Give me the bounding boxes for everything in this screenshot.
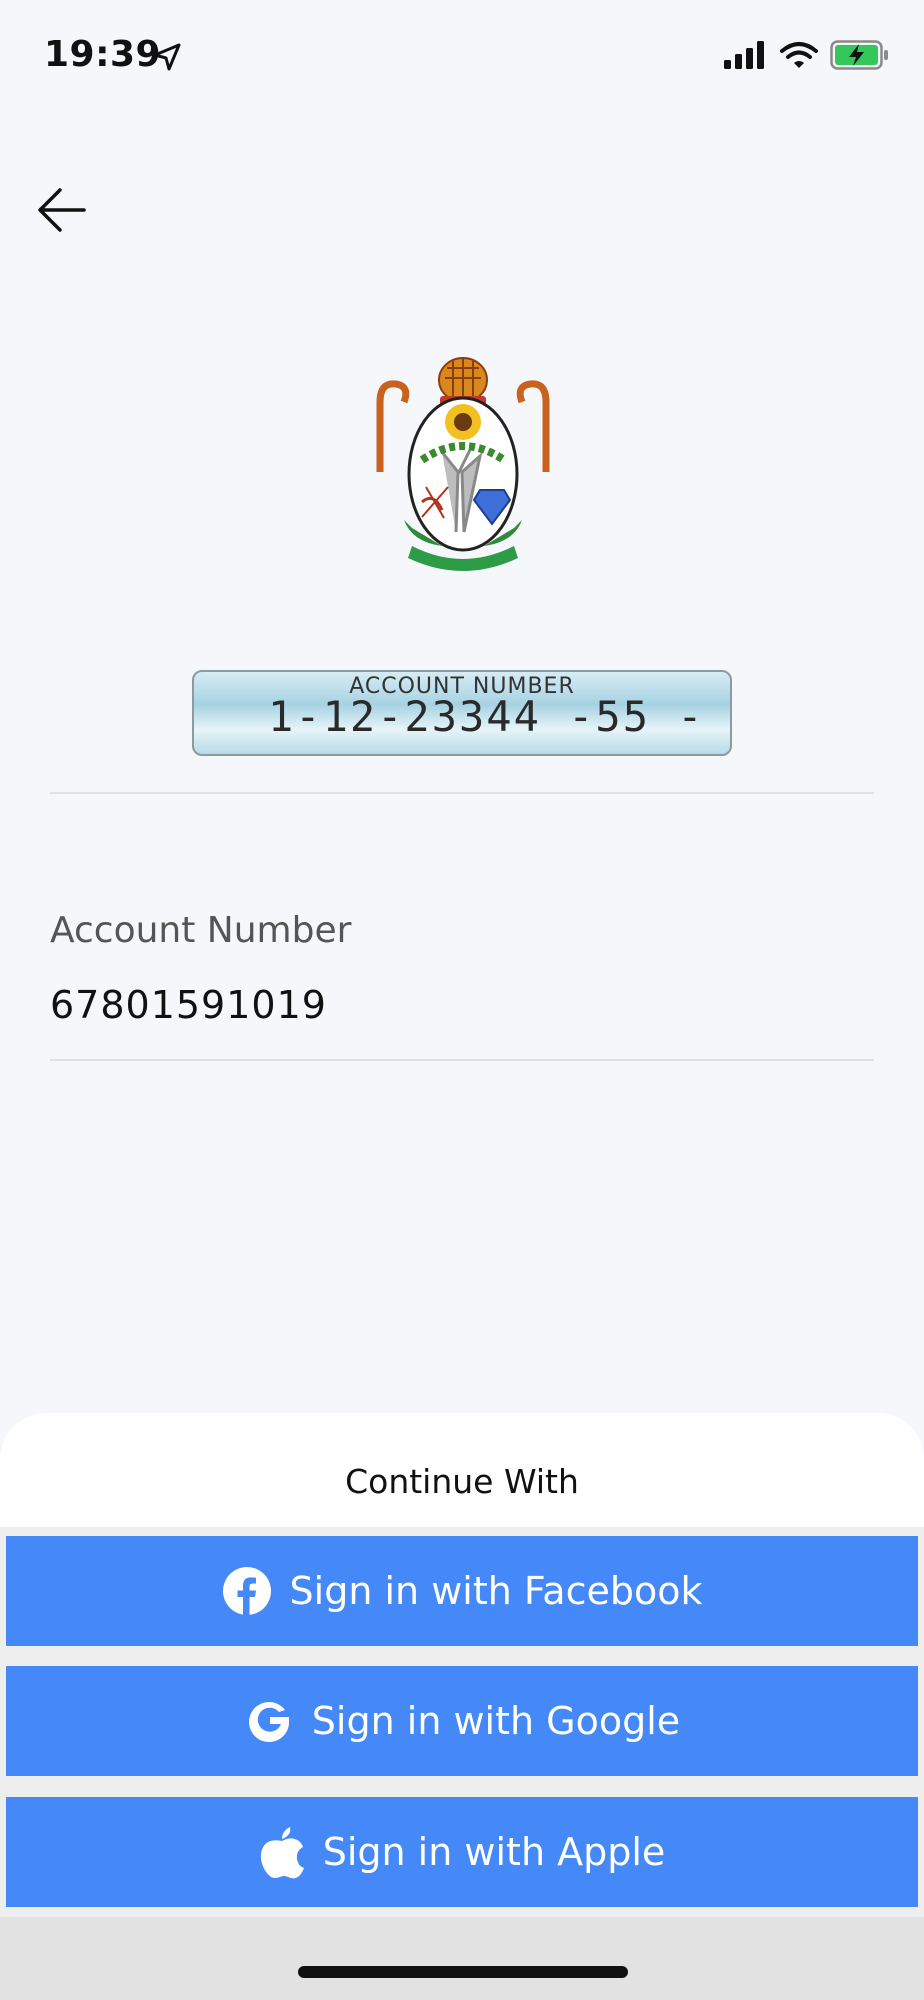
back-button[interactable]: [34, 182, 94, 238]
coat-of-arms-logo: [352, 352, 574, 576]
status-time: 19:39: [44, 34, 162, 75]
sample-number: 1-12-23344 -55 - 6: [268, 692, 732, 741]
facebook-icon: [222, 1567, 271, 1615]
battery-charging-icon: [830, 40, 890, 74]
sign-in-facebook-button[interactable]: Sign in with Facebook: [6, 1536, 918, 1646]
wifi-icon: [780, 41, 818, 73]
status-icons: [724, 40, 890, 74]
apple-button-label: Sign in with Apple: [322, 1830, 666, 1874]
apple-icon: [260, 1827, 304, 1879]
continue-with-title: Continue With: [345, 1462, 579, 1501]
home-indicator[interactable]: [298, 1966, 628, 1978]
arrow-left-icon: [38, 188, 86, 232]
account-number-sample-image: ACCOUNT NUMBER 1-12-23344 -55 - 6: [192, 670, 732, 756]
status-bar: 19:39: [0, 0, 924, 115]
facebook-button-label: Sign in with Facebook: [289, 1569, 703, 1613]
home-indicator-area: [0, 1917, 924, 2000]
sign-in-google-button[interactable]: Sign in with Google: [6, 1666, 918, 1776]
account-number-field[interactable]: 67801591019: [50, 983, 327, 1027]
account-number-label: Account Number: [50, 910, 352, 951]
account-number-underline: [50, 1059, 874, 1061]
divider: [50, 792, 874, 794]
location-arrow-icon: [152, 42, 182, 76]
signal-icon: [724, 41, 768, 73]
google-icon: [248, 1702, 289, 1743]
google-button-label: Sign in with Google: [311, 1699, 681, 1743]
sign-in-apple-button[interactable]: Sign in with Apple: [6, 1797, 918, 1907]
